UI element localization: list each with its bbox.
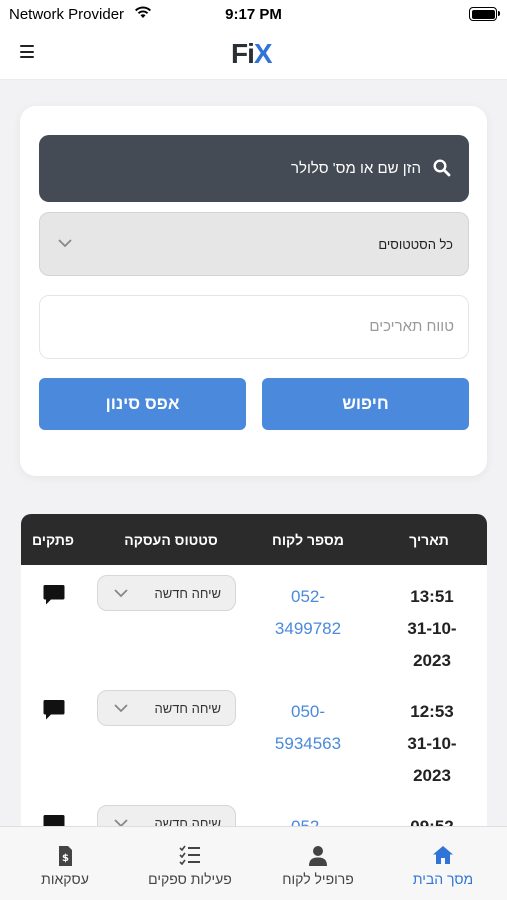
bottom-tab-bar: מסך הבית פרופיל לקוח פעילות ספקים $ עסקא… <box>0 826 507 900</box>
invoice-icon: $ <box>59 846 72 866</box>
filter-card: כל הסטטוסים טווח תאריכים חיפוש אפס סינון <box>20 106 487 476</box>
header-customer-number: מספר לקוח <box>272 532 344 548</box>
tab-supplier-activity[interactable]: פעילות ספקים <box>134 827 246 900</box>
chevron-down-icon <box>58 239 72 248</box>
status-bar: Network Provider 9:17 PM <box>0 0 507 28</box>
user-icon <box>309 846 327 866</box>
tab-customer-profile[interactable]: פרופיל לקוח <box>268 827 368 900</box>
search-input[interactable] <box>81 135 421 202</box>
clock: 9:17 PM <box>225 6 282 23</box>
note-icon[interactable] <box>43 699 65 721</box>
header-deal-status: סטטוס העסקה <box>124 532 218 548</box>
table-row: 12:53 31-10- 2023 050- 5934563 שיחה חדשה <box>21 680 487 795</box>
row-datetime: 13:51 31-10- 2023 <box>407 587 457 670</box>
svg-text:$: $ <box>62 853 69 864</box>
chevron-down-icon <box>114 704 128 713</box>
search-box[interactable] <box>39 135 469 202</box>
date-range-placeholder: טווח תאריכים <box>369 318 454 335</box>
header-date: תאריך <box>409 532 449 548</box>
row-datetime: 12:53 31-10- 2023 <box>407 702 457 785</box>
reset-filter-button[interactable]: אפס סינון <box>39 378 246 430</box>
header-notes: פתקים <box>31 532 75 548</box>
deals-table: תאריך מספר לקוח סטטוס העסקה פתקים 13:51 3… <box>21 514 487 844</box>
search-button[interactable]: חיפוש <box>262 378 469 430</box>
note-icon[interactable] <box>43 584 65 606</box>
hamburger-menu-icon[interactable] <box>20 45 36 59</box>
table-row: 13:51 31-10- 2023 052- 3499782 שיחה חדשה <box>21 565 487 680</box>
tab-deals[interactable]: $ עסקאות <box>20 827 110 900</box>
checklist-icon <box>179 845 200 865</box>
row-status-select[interactable]: שיחה חדשה <box>97 690 236 726</box>
status-filter-value: כל הסטטוסים <box>378 237 453 252</box>
row-customer-phone[interactable]: 052- 3499782 <box>253 581 363 645</box>
home-icon <box>433 846 453 864</box>
table-header: תאריך מספר לקוח סטטוס העסקה פתקים <box>21 514 487 565</box>
status-filter-select[interactable]: כל הסטטוסים <box>39 212 469 276</box>
tab-home[interactable]: מסך הבית <box>394 827 492 900</box>
app-logo: FiX <box>231 38 273 69</box>
date-range-field[interactable]: טווח תאריכים <box>39 295 469 359</box>
row-customer-phone[interactable]: 050- 5934563 <box>253 696 363 760</box>
battery-icon <box>469 7 500 21</box>
app-header: FiX <box>0 28 507 80</box>
row-status-select[interactable]: שיחה חדשה <box>97 575 236 611</box>
search-icon <box>433 159 451 177</box>
chevron-down-icon <box>114 589 128 598</box>
